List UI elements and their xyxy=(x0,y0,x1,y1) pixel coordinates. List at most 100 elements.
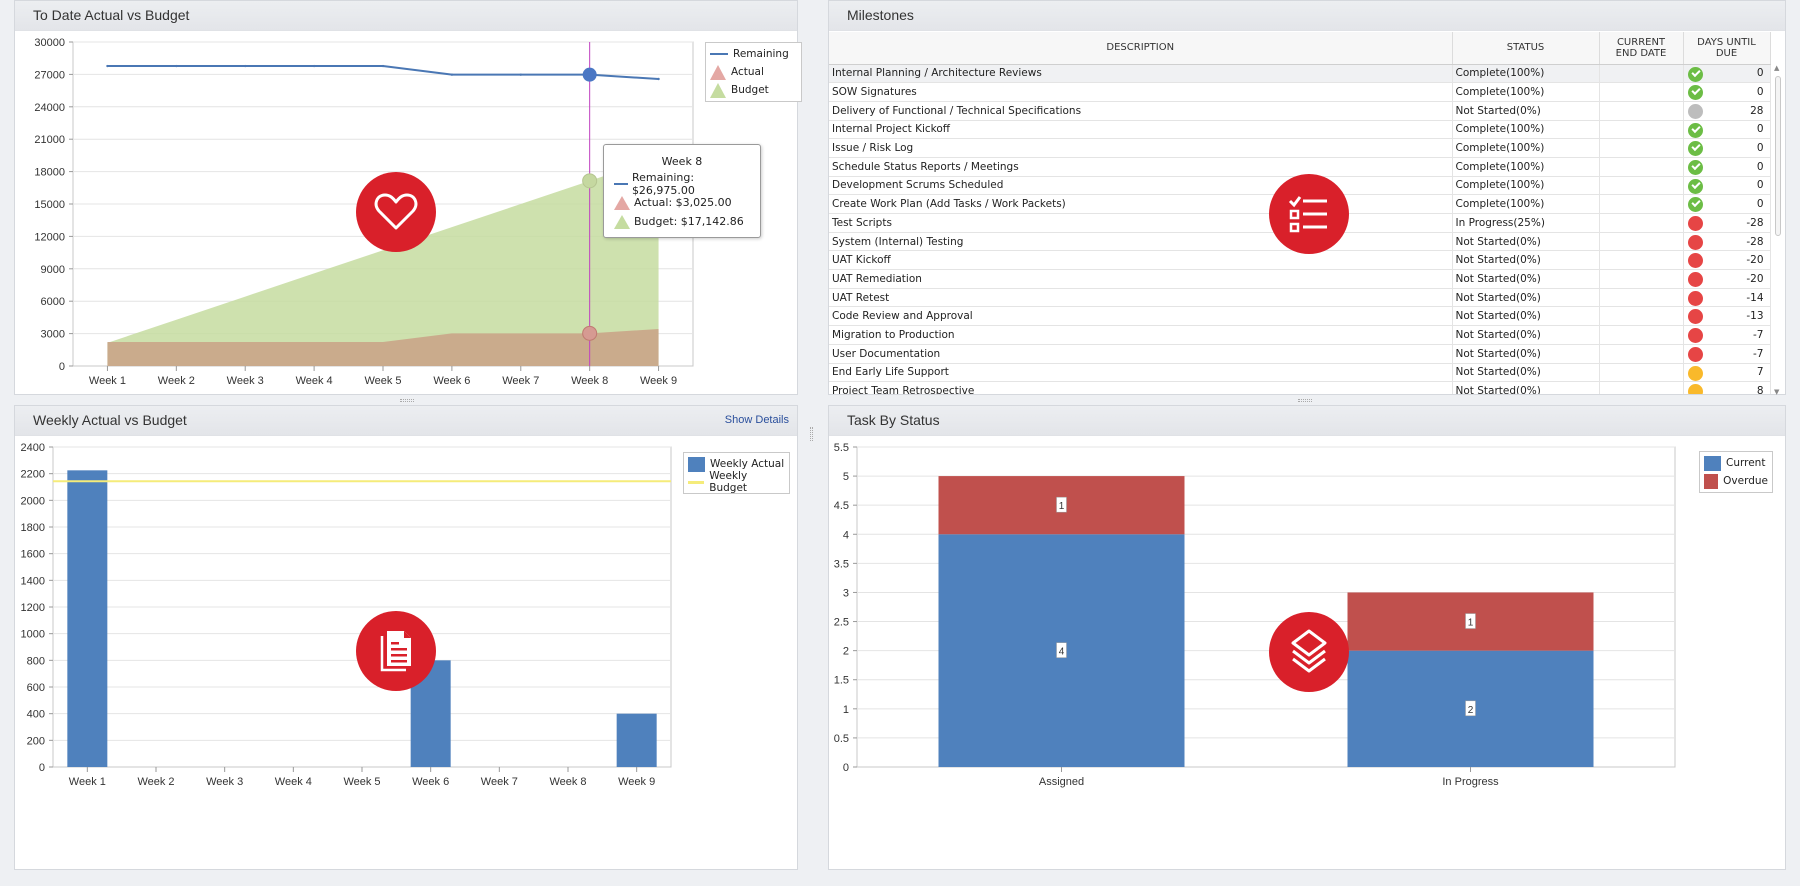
cell-description[interactable]: Test Scripts xyxy=(829,213,1453,233)
cell-status[interactable]: Complete(100%) xyxy=(1452,157,1600,177)
cell-description[interactable]: Code Review and Approval xyxy=(829,306,1453,327)
cell-days-until-due[interactable]: 0 xyxy=(1683,120,1771,140)
scroll-down-arrow-icon[interactable]: ▼ xyxy=(1774,388,1779,396)
table-row[interactable]: Issue / Risk Log Complete(100%) 0 xyxy=(829,138,1771,158)
cell-status[interactable]: Complete(100%) xyxy=(1452,138,1600,158)
cell-days-until-due[interactable]: 7 xyxy=(1683,363,1771,383)
cell-description[interactable]: System (Internal) Testing xyxy=(829,232,1453,252)
cell-end-date[interactable] xyxy=(1599,213,1684,233)
cell-end-date[interactable] xyxy=(1599,82,1684,102)
cell-days-until-due[interactable]: -20 xyxy=(1683,250,1771,271)
show-details-link[interactable]: Show Details xyxy=(725,414,789,426)
cell-days-until-due[interactable]: 0 xyxy=(1683,176,1771,196)
table-row[interactable]: Migration to Production Not Started(0%) -7 xyxy=(829,325,1771,345)
legend-item-remaining[interactable]: Remaining xyxy=(710,45,797,63)
cell-status[interactable]: Complete(100%) xyxy=(1452,120,1600,140)
table-row[interactable]: UAT Kickoff Not Started(0%) -20 xyxy=(829,250,1771,271)
cell-days-until-due[interactable]: -7 xyxy=(1683,325,1771,345)
cell-days-until-due[interactable]: -13 xyxy=(1683,306,1771,327)
cell-end-date[interactable] xyxy=(1599,325,1684,345)
cell-status[interactable]: Complete(100%) xyxy=(1452,64,1600,84)
cell-end-date[interactable] xyxy=(1599,250,1684,271)
cell-end-date[interactable] xyxy=(1599,232,1684,252)
cell-status[interactable]: Complete(100%) xyxy=(1452,194,1600,214)
table-row[interactable]: Schedule Status Reports / Meetings Comple… xyxy=(829,157,1771,177)
cell-end-date[interactable] xyxy=(1599,363,1684,383)
cell-days-until-due[interactable]: -28 xyxy=(1683,232,1771,252)
cell-days-until-due[interactable]: 28 xyxy=(1683,101,1771,121)
cell-end-date[interactable] xyxy=(1599,269,1684,289)
horizontal-splitter-right[interactable] xyxy=(1298,399,1312,402)
cell-description[interactable]: Schedule Status Reports / Meetings xyxy=(829,157,1453,177)
cell-end-date[interactable] xyxy=(1599,381,1684,394)
cell-end-date[interactable] xyxy=(1599,138,1684,158)
cell-status[interactable]: In Progress(25%) xyxy=(1452,213,1600,233)
column-header-description[interactable]: DESCRIPTION xyxy=(829,32,1453,65)
cell-days-until-due[interactable]: 0 xyxy=(1683,64,1771,84)
cell-status[interactable]: Complete(100%) xyxy=(1452,176,1600,196)
vertical-scrollbar[interactable]: ▲ ▼ xyxy=(1773,64,1783,396)
cell-description[interactable]: Internal Project Kickoff xyxy=(829,120,1453,140)
cell-days-until-due[interactable]: -7 xyxy=(1683,344,1771,364)
scroll-up-arrow-icon[interactable]: ▲ xyxy=(1774,64,1779,72)
cell-status[interactable]: Not Started(0%) xyxy=(1452,306,1600,327)
cell-end-date[interactable] xyxy=(1599,194,1684,214)
cell-description[interactable]: UAT Kickoff xyxy=(829,250,1453,271)
legend-item-actual[interactable]: Actual xyxy=(710,63,797,81)
vertical-splitter[interactable] xyxy=(810,427,813,441)
legend-item-overdue[interactable]: Overdue xyxy=(1704,472,1768,490)
cell-description[interactable]: UAT Retest xyxy=(829,288,1453,308)
cell-description[interactable]: End Early Life Support xyxy=(829,363,1453,383)
table-row[interactable]: Delivery of Functional / Technical Speci… xyxy=(829,101,1771,121)
cell-status[interactable]: Not Started(0%) xyxy=(1452,269,1600,289)
cell-status[interactable]: Complete(100%) xyxy=(1452,82,1600,102)
cell-days-until-due[interactable]: 0 xyxy=(1683,138,1771,158)
cell-status[interactable]: Not Started(0%) xyxy=(1452,344,1600,364)
cell-status[interactable]: Not Started(0%) xyxy=(1452,381,1600,394)
cell-days-until-due[interactable]: -20 xyxy=(1683,269,1771,289)
cell-end-date[interactable] xyxy=(1599,157,1684,177)
cell-days-until-due[interactable]: -28 xyxy=(1683,213,1771,233)
table-row[interactable]: SOW Signatures Complete(100%) 0 xyxy=(829,82,1771,102)
legend-item-current[interactable]: Current xyxy=(1704,454,1768,472)
cell-end-date[interactable] xyxy=(1599,120,1684,140)
cell-description[interactable]: Create Work Plan (Add Tasks / Work Packe… xyxy=(829,194,1453,214)
cell-end-date[interactable] xyxy=(1599,344,1684,364)
cell-end-date[interactable] xyxy=(1599,101,1684,121)
cell-status[interactable]: Not Started(0%) xyxy=(1452,101,1600,121)
cell-end-date[interactable] xyxy=(1599,288,1684,308)
cell-description[interactable]: Internal Planning / Architecture Reviews xyxy=(829,64,1453,84)
legend-item-budget[interactable]: Budget xyxy=(710,81,797,99)
cell-description[interactable]: User Documentation xyxy=(829,344,1453,364)
scroll-thumb[interactable] xyxy=(1775,76,1781,236)
table-row[interactable]: UAT Retest Not Started(0%) -14 xyxy=(829,288,1771,308)
cell-end-date[interactable] xyxy=(1599,306,1684,327)
cell-days-until-due[interactable]: 0 xyxy=(1683,157,1771,177)
cell-days-until-due[interactable]: 0 xyxy=(1683,194,1771,214)
cell-description[interactable]: Development Scrums Scheduled xyxy=(829,176,1453,196)
table-row[interactable]: Code Review and Approval Not Started(0%) -… xyxy=(829,306,1771,327)
cell-status[interactable]: Not Started(0%) xyxy=(1452,363,1600,383)
horizontal-splitter-left[interactable] xyxy=(400,399,414,402)
cell-description[interactable]: Delivery of Functional / Technical Speci… xyxy=(829,101,1453,121)
cell-status[interactable]: Not Started(0%) xyxy=(1452,232,1600,252)
cell-end-date[interactable] xyxy=(1599,64,1684,84)
cell-description[interactable]: SOW Signatures xyxy=(829,82,1453,102)
cell-description[interactable]: Issue / Risk Log xyxy=(829,138,1453,158)
cell-status[interactable]: Not Started(0%) xyxy=(1452,250,1600,271)
cell-status[interactable]: Not Started(0%) xyxy=(1452,325,1600,345)
legend-item-weekly-budget[interactable]: Weekly Budget xyxy=(688,470,785,494)
column-header-days-until-due[interactable]: DAYS UNTIL DUE xyxy=(1683,32,1771,65)
column-header-status[interactable]: STATUS xyxy=(1452,32,1600,65)
cell-days-until-due[interactable]: 0 xyxy=(1683,82,1771,102)
cell-description[interactable]: Project Team Retrospective xyxy=(829,381,1453,394)
table-row[interactable]: User Documentation Not Started(0%) -7 xyxy=(829,344,1771,364)
table-row[interactable]: Internal Project Kickoff Complete(100%) 0 xyxy=(829,120,1771,140)
cell-description[interactable]: Migration to Production xyxy=(829,325,1453,345)
cell-description[interactable]: UAT Remediation xyxy=(829,269,1453,289)
cell-days-until-due[interactable]: 8 xyxy=(1683,381,1771,394)
table-row[interactable]: UAT Remediation Not Started(0%) -20 xyxy=(829,269,1771,289)
table-row[interactable]: End Early Life Support Not Started(0%) 7 xyxy=(829,363,1771,383)
column-header-end-date[interactable]: CURRENT END DATE xyxy=(1599,32,1684,65)
cell-end-date[interactable] xyxy=(1599,176,1684,196)
